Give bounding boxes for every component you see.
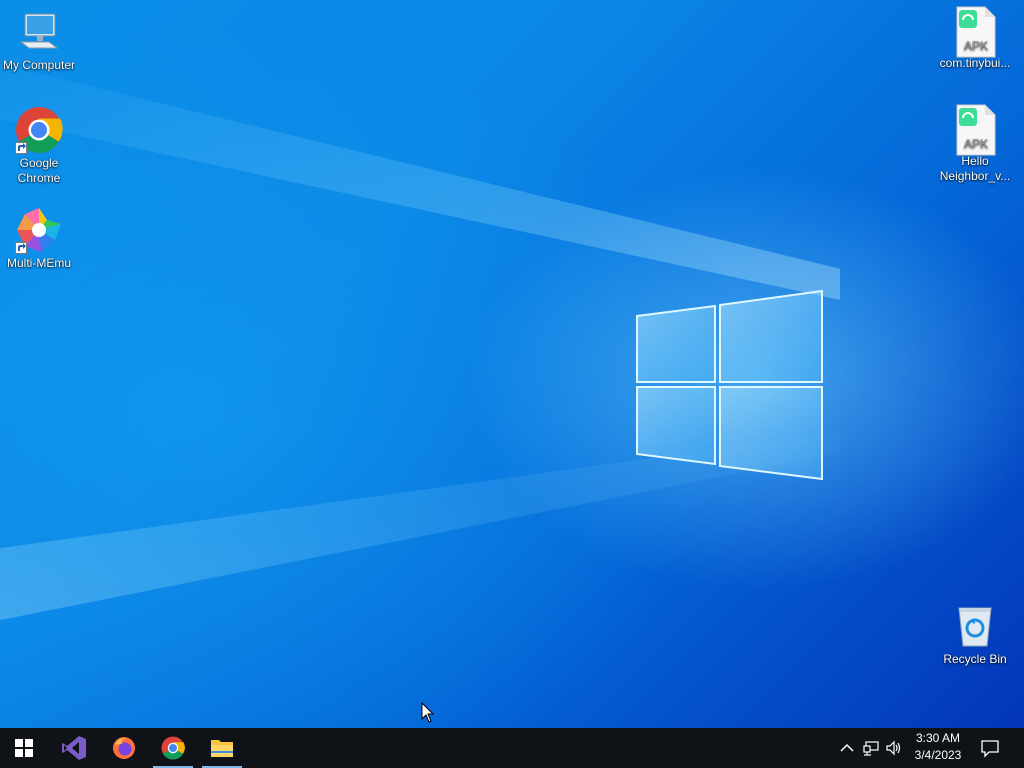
taskbar-firefox[interactable]	[100, 728, 148, 768]
start-button[interactable]	[0, 728, 48, 768]
computer-icon	[15, 8, 63, 56]
taskbar: 3:30 AM 3/4/2023	[0, 728, 1024, 768]
shortcut-arrow-icon	[15, 242, 27, 254]
recycle-bin-icon	[951, 602, 999, 650]
apk-file-icon: APK	[951, 6, 999, 58]
desktop-icon-label: Multi-MEmu	[6, 256, 71, 270]
svg-text:APK: APK	[964, 39, 988, 53]
desktop-icon-apk-hello-neighbor[interactable]: APK Hello Neighbor_v...	[936, 104, 1014, 184]
chrome-icon	[15, 106, 63, 154]
svg-text:APK: APK	[964, 137, 988, 151]
desktop-icon-label: My Computer	[2, 58, 76, 72]
desktop-icon-label: com.tinybui...	[939, 56, 1011, 70]
taskbar-chrome[interactable]	[149, 728, 197, 768]
desktop-icon-label: Google Chrome	[17, 156, 61, 185]
desktop-icon-google-chrome[interactable]: Google Chrome	[0, 106, 78, 186]
desktop-icon-apk-tinybuild[interactable]: APK com.tinybui...	[936, 6, 1014, 71]
visual-studio-icon	[62, 736, 86, 760]
taskbar-visual-studio[interactable]	[50, 728, 98, 768]
desktop-icon-label: Hello Neighbor_v...	[939, 154, 1011, 183]
firefox-icon	[113, 737, 135, 759]
apk-file-icon: APK	[951, 104, 999, 156]
clock-time: 3:30 AM	[915, 731, 961, 745]
shortcut-arrow-icon	[15, 142, 27, 154]
memu-icon	[15, 206, 63, 254]
windows-logo-wallpaper	[636, 290, 823, 480]
clock-date: 3/4/2023	[914, 748, 962, 762]
action-center-icon[interactable]	[980, 738, 1000, 758]
chevron-up-icon[interactable]	[839, 740, 855, 756]
chrome-icon	[161, 736, 185, 760]
desktop-icon-multi-memu[interactable]: Multi-MEmu	[0, 206, 78, 271]
desktop-icon-label: Recycle Bin	[943, 652, 1007, 666]
network-icon[interactable]	[863, 740, 879, 756]
desktop-icon-my-computer[interactable]: My Computer	[0, 8, 78, 73]
windows-start-icon	[15, 739, 33, 757]
desktop-background[interactable]: My Computer Google Chrome Multi-MEmu APK…	[0, 0, 1024, 728]
light-beam-upper	[0, 40, 840, 300]
folder-icon	[211, 740, 233, 757]
taskbar-file-explorer[interactable]	[198, 728, 246, 768]
desktop-icon-recycle-bin[interactable]: Recycle Bin	[936, 602, 1014, 667]
system-clock[interactable]: 3:30 AM 3/4/2023	[908, 730, 968, 766]
mouse-cursor-icon	[421, 702, 435, 723]
volume-icon[interactable]	[886, 740, 902, 756]
